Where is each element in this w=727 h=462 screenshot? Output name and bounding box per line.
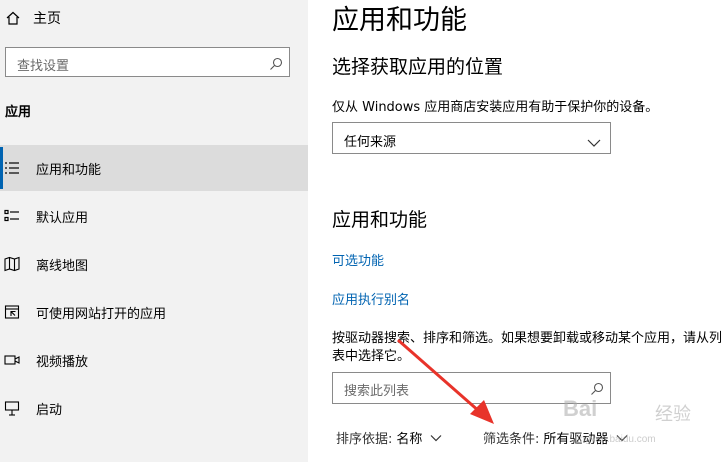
watermark-url: jingyan.baidu.com (575, 434, 656, 445)
sidebar-section-title: 应用 (5, 105, 32, 120)
sidebar-item-apps-for-websites[interactable]: 可使用网站打开的应用 (0, 289, 308, 335)
chevron-down-icon (430, 434, 442, 441)
page-title: 应用和功能 (332, 5, 467, 36)
sidebar-item-startup[interactable]: 启动 (0, 385, 308, 431)
sidebar-item-offline-maps[interactable]: 离线地图 (0, 241, 308, 287)
optional-features-link[interactable]: 可选功能 (332, 250, 384, 269)
apps-features-icon (4, 160, 20, 176)
settings-search-input[interactable]: 查找设置 (5, 47, 290, 77)
video-playback-icon (4, 352, 20, 368)
sidebar-item-apps-features[interactable]: 应用和功能 (0, 145, 308, 191)
sidebar-item-label: 应用和功能 (36, 163, 102, 178)
sidebar: 主页 查找设置 应用 应用和功能 默认应用 离线地图 可使用网站打开的应用 视频… (0, 0, 308, 462)
sort-by-label: 排序依据: (336, 432, 393, 447)
apps-description: 按驱动器搜索、排序和筛选。如果想要卸载或移动某个应用，请从列表中选择它。 (332, 331, 723, 364)
sidebar-item-label: 离线地图 (36, 259, 89, 274)
sidebar-item-label: 视频播放 (36, 355, 89, 370)
install-section-title: 选择获取应用的位置 (332, 56, 504, 78)
home-link[interactable]: 主页 (5, 8, 61, 28)
install-description: 仅从 Windows 应用商店安装应用有助于保护你的设备。 (332, 100, 659, 115)
apps-search-placeholder: 搜索此列表 (344, 384, 410, 399)
install-source-dropdown[interactable]: 任何来源 (332, 122, 611, 154)
filter-by-label: 筛选条件: (483, 432, 540, 447)
install-source-value: 任何来源 (344, 135, 397, 150)
sort-by-control[interactable]: 排序依据: 名称 (336, 428, 442, 447)
home-label: 主页 (33, 11, 61, 27)
sidebar-item-default-apps[interactable]: 默认应用 (0, 193, 308, 239)
sidebar-item-video-playback[interactable]: 视频播放 (0, 337, 308, 383)
home-icon (5, 10, 21, 26)
apps-for-websites-icon (4, 304, 20, 320)
default-apps-icon (4, 208, 20, 224)
settings-search-placeholder: 查找设置 (17, 59, 70, 74)
watermark-brand-cn: 经验 (655, 404, 691, 425)
sidebar-item-label: 启动 (36, 403, 63, 418)
sort-by-value: 名称 (396, 432, 423, 447)
baidu-watermark: Bai 经验 jingyan.baidu.com (545, 388, 727, 462)
sidebar-item-label: 可使用网站打开的应用 (36, 307, 167, 322)
offline-maps-icon (4, 256, 20, 272)
sidebar-item-label: 默认应用 (36, 211, 89, 226)
search-icon[interactable] (269, 56, 283, 70)
chevron-down-icon (587, 133, 601, 147)
startup-icon (4, 400, 20, 416)
watermark-brand: Bai (563, 396, 598, 421)
apps-section-title: 应用和功能 (332, 209, 428, 231)
app-execution-aliases-link[interactable]: 应用执行别名 (332, 289, 410, 308)
